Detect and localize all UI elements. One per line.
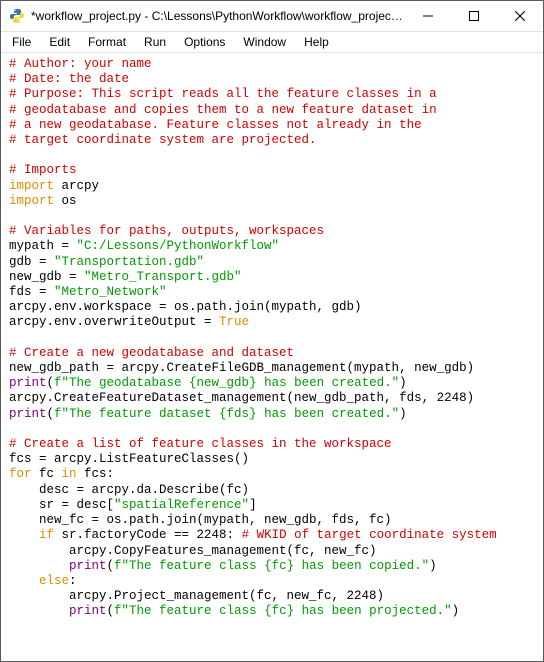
code-token: f"The feature class {fc} has been copied… xyxy=(114,559,429,573)
code-token: # WKID of target coordinate system xyxy=(242,528,497,542)
code-token: ( xyxy=(47,407,55,421)
code-token: fc xyxy=(32,467,62,481)
code-token: os xyxy=(54,194,77,208)
code-token: f"The feature class {fc} has been projec… xyxy=(114,604,452,618)
titlebar: *workflow_project.py - C:\Lessons\Python… xyxy=(1,1,543,32)
menu-run[interactable]: Run xyxy=(135,34,175,50)
code-line: # Date: the date xyxy=(9,72,129,86)
menu-file[interactable]: File xyxy=(3,34,40,50)
code-token: arcpy xyxy=(54,179,99,193)
code-line: arcpy.CopyFeatures_management(fc, new_fc… xyxy=(9,544,377,558)
code-line: # Variables for paths, outputs, workspac… xyxy=(9,224,324,238)
code-token: "Metro_Network" xyxy=(54,285,167,299)
code-token xyxy=(9,528,39,542)
code-line: desc = arcpy.da.Describe(fc) xyxy=(9,483,249,497)
code-line: new_fc = os.path.join(mypath, new_gdb, f… xyxy=(9,513,392,527)
code-line: arcpy.env.workspace = os.path.join(mypat… xyxy=(9,300,362,314)
code-line: fcs = arcpy.ListFeatureClasses() xyxy=(9,452,249,466)
code-token: mypath = xyxy=(9,239,77,253)
code-line: # target coordinate system are projected… xyxy=(9,133,317,147)
code-token: ( xyxy=(107,559,115,573)
minimize-button[interactable] xyxy=(405,1,451,31)
code-token: new_gdb = xyxy=(9,270,84,284)
code-token: fds = xyxy=(9,285,54,299)
code-token: ) xyxy=(399,407,407,421)
menu-edit[interactable]: Edit xyxy=(40,34,79,50)
code-line: # geodatabase and copies them to a new f… xyxy=(9,103,437,117)
menu-help[interactable]: Help xyxy=(295,34,338,50)
code-token: f"The feature dataset {fds} has been cre… xyxy=(54,407,399,421)
code-token: sr.factoryCode == 2248: xyxy=(54,528,242,542)
code-line: # Create a list of feature classes in th… xyxy=(9,437,392,451)
menu-window[interactable]: Window xyxy=(234,34,295,50)
code-token: for xyxy=(9,467,32,481)
code-token: "Transportation.gdb" xyxy=(54,255,204,269)
code-token: ( xyxy=(107,604,115,618)
window-controls xyxy=(405,1,543,31)
maximize-button[interactable] xyxy=(451,1,497,31)
code-token: ( xyxy=(47,376,55,390)
window-title: *workflow_project.py - C:\Lessons\Python… xyxy=(31,9,405,23)
code-line: # Create a new geodatabase and dataset xyxy=(9,346,294,360)
code-token: "spatialReference" xyxy=(114,498,249,512)
menubar: File Edit Format Run Options Window Help xyxy=(1,32,543,52)
code-token: "Metro_Transport.gdb" xyxy=(84,270,242,284)
code-token: in xyxy=(62,467,77,481)
code-line: # Purpose: This script reads all the fea… xyxy=(9,87,437,101)
code-token: print xyxy=(69,604,107,618)
code-line: new_gdb_path = arcpy.CreateFileGDB_manag… xyxy=(9,361,474,375)
code-line: # Imports xyxy=(9,163,77,177)
idle-window: *workflow_project.py - C:\Lessons\Python… xyxy=(0,0,544,662)
code-token: if xyxy=(39,528,54,542)
code-token: import xyxy=(9,194,54,208)
code-token xyxy=(9,604,69,618)
code-token: arcpy.env.overwriteOutput = xyxy=(9,315,219,329)
code-token: ) xyxy=(399,376,407,390)
code-line: arcpy.CreateFeatureDataset_management(ne… xyxy=(9,391,474,405)
code-token: print xyxy=(9,376,47,390)
code-token: : xyxy=(69,574,77,588)
code-token: fcs: xyxy=(77,467,115,481)
menu-format[interactable]: Format xyxy=(79,34,135,50)
code-token: True xyxy=(219,315,249,329)
code-token: "C:/Lessons/PythonWorkflow" xyxy=(77,239,280,253)
menu-options[interactable]: Options xyxy=(175,34,234,50)
code-token: f"The geodatabase {new_gdb} has been cre… xyxy=(54,376,399,390)
code-token: ] xyxy=(249,498,257,512)
code-token: print xyxy=(9,407,47,421)
code-token: print xyxy=(69,559,107,573)
code-editor[interactable]: # Author: your name # Date: the date # P… xyxy=(1,53,543,661)
code-line: arcpy.Project_management(fc, new_fc, 224… xyxy=(9,589,384,603)
code-token xyxy=(9,574,39,588)
python-file-icon xyxy=(9,8,25,24)
code-token: gdb = xyxy=(9,255,54,269)
code-token: ) xyxy=(429,559,437,573)
code-token: else xyxy=(39,574,69,588)
code-token: ) xyxy=(452,604,460,618)
code-token: import xyxy=(9,179,54,193)
close-button[interactable] xyxy=(497,1,543,31)
code-token xyxy=(9,559,69,573)
code-line: # a new geodatabase. Feature classes not… xyxy=(9,118,422,132)
code-line: # Author: your name xyxy=(9,57,152,71)
code-token: sr = desc[ xyxy=(9,498,114,512)
